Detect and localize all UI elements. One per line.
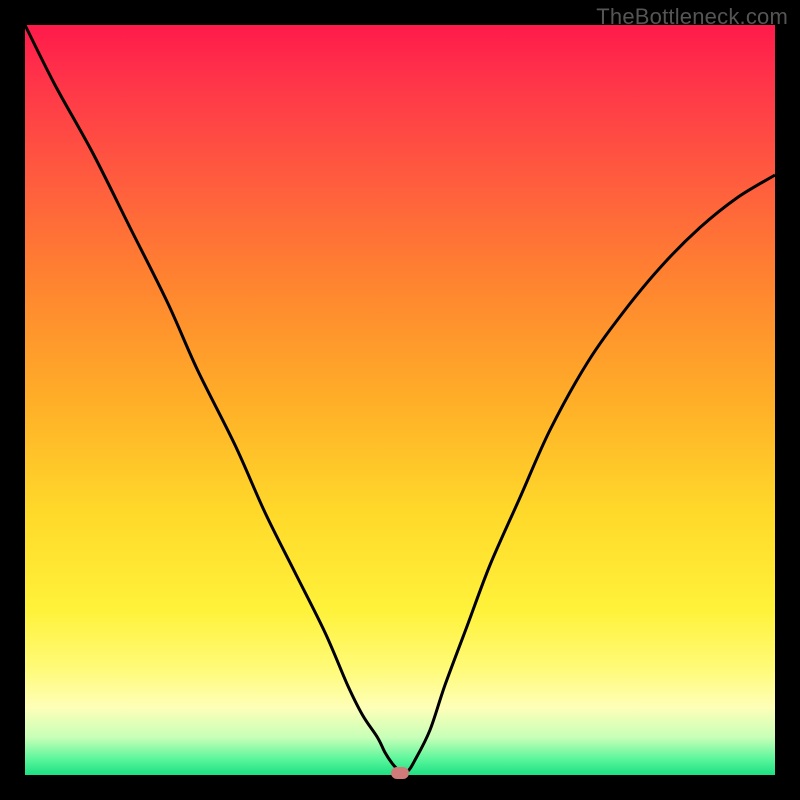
curve-path — [25, 25, 775, 775]
chart-container: TheBottleneck.com — [0, 0, 800, 800]
plot-area — [25, 25, 775, 775]
watermark-label: TheBottleneck.com — [596, 4, 788, 30]
bottleneck-curve — [25, 25, 775, 772]
minimum-marker — [391, 767, 409, 779]
